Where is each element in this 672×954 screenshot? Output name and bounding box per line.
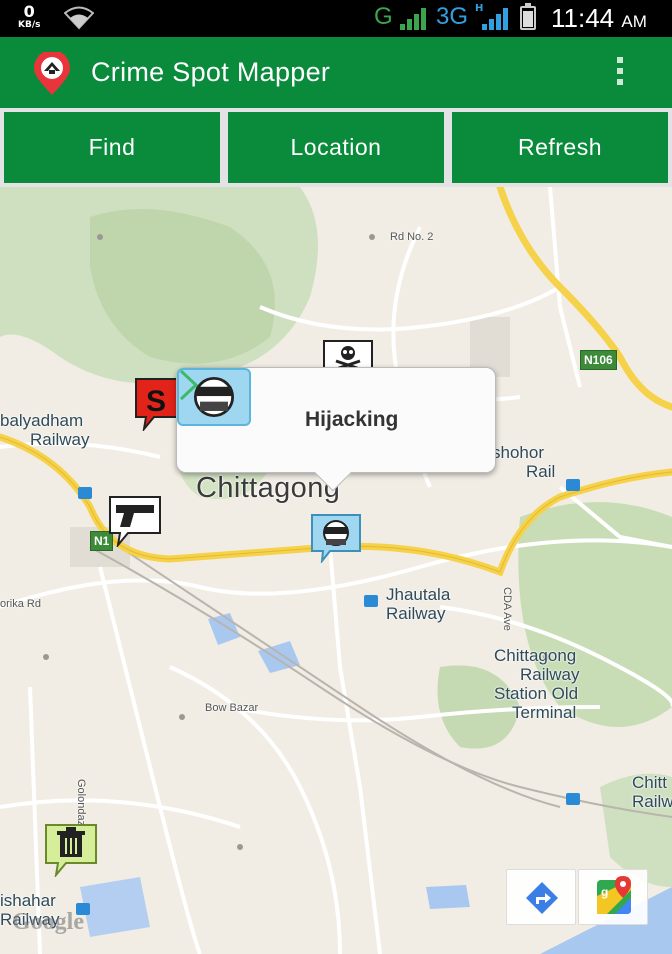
overflow-menu-icon[interactable] bbox=[612, 57, 628, 89]
signal-g-label: G bbox=[374, 3, 393, 30]
map-label-shohor: shohor bbox=[492, 443, 544, 462]
marker-info-popup[interactable]: Hijacking bbox=[176, 367, 496, 492]
location-button[interactable]: Location bbox=[228, 112, 444, 183]
google-maps-icon: g bbox=[597, 876, 631, 914]
road-shield-n106: N106 bbox=[580, 350, 617, 370]
signal-bars-icon bbox=[400, 8, 426, 30]
clock-ampm: AM bbox=[621, 12, 647, 31]
trash-icon[interactable] bbox=[44, 823, 98, 877]
directions-icon bbox=[526, 882, 558, 914]
map-label-balyadham-railway: Railway bbox=[30, 430, 90, 449]
app-title: Crime Spot Mapper bbox=[91, 57, 331, 87]
chevron-right-icon[interactable] bbox=[177, 368, 201, 402]
google-logo: Google bbox=[12, 909, 84, 935]
map-label-chitt: Chitt bbox=[632, 773, 667, 792]
map-label-railw: Railw bbox=[632, 792, 672, 811]
map-label-cda-ave: CDA Ave bbox=[501, 587, 513, 631]
network-speed-unit: KB/s bbox=[18, 20, 41, 30]
wifi-icon bbox=[64, 6, 94, 30]
map-label-chittagong-station-3: Station Old bbox=[494, 684, 579, 703]
refresh-button[interactable]: Refresh bbox=[452, 112, 668, 183]
map-background bbox=[0, 187, 672, 954]
map-label-chittagong-station-4: Terminal bbox=[512, 703, 577, 722]
google-maps-button[interactable]: g bbox=[578, 869, 648, 925]
map-label-rd-no-2: Rd No. 2 bbox=[390, 231, 434, 243]
status-bar: 0 KB/s G 3G H 11:44 AM bbox=[0, 0, 672, 37]
map-label-ishahar: ishahar bbox=[0, 891, 56, 910]
map-label-balyadham: balyadham bbox=[0, 411, 84, 430]
map-label-bow-bazar: Bow Bazar bbox=[205, 702, 259, 714]
svg-text:S: S bbox=[146, 385, 166, 418]
map-label-shohor-rail: Rail bbox=[526, 462, 556, 481]
network-speed: 0 KB/s bbox=[18, 4, 40, 30]
button-row: Find Location Refresh bbox=[0, 108, 672, 187]
svg-text:g: g bbox=[601, 885, 608, 899]
map-label-jhautala-railway: Railway bbox=[386, 604, 446, 623]
map-label-chittagong-station-1: Chittagong bbox=[494, 646, 577, 665]
directions-button[interactable] bbox=[506, 869, 576, 925]
gun-icon[interactable] bbox=[108, 495, 162, 547]
network-speed-value: 0 bbox=[23, 2, 35, 21]
popup-label: Hijacking bbox=[305, 408, 399, 431]
map-label-chittagong-station-2: Railway bbox=[520, 665, 580, 684]
action-bar: Crime Spot Mapper bbox=[0, 37, 672, 108]
clock-time: 11:44 bbox=[551, 3, 615, 33]
map-view[interactable]: Rd No. 2 N106 N1 balyadham Railway shoho… bbox=[0, 187, 672, 954]
battery-icon bbox=[520, 3, 536, 30]
crime-pin-icon[interactable] bbox=[30, 52, 74, 96]
signal-3g-label: 3G bbox=[436, 3, 469, 30]
hijacker-icon[interactable] bbox=[310, 513, 362, 563]
find-button[interactable]: Find bbox=[4, 112, 220, 183]
signal-bars-3g-icon bbox=[482, 8, 508, 30]
map-label-jhautala: Jhautala bbox=[386, 585, 451, 604]
map-label-korika-rd: orika Rd bbox=[0, 598, 41, 610]
clock: 11:44 AM bbox=[551, 3, 647, 34]
